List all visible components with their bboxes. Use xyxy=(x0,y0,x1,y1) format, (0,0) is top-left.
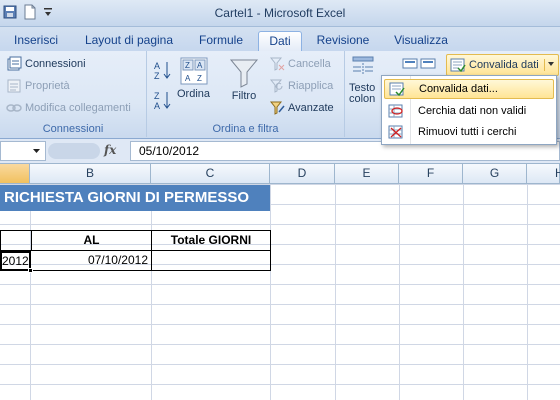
data-validation-button[interactable]: Convalida dati xyxy=(446,54,559,76)
svg-text:Z: Z xyxy=(197,74,202,83)
column-header-c[interactable]: C xyxy=(151,164,270,184)
worksheet-grid[interactable] xyxy=(0,184,560,400)
advanced-label: Avanzate xyxy=(288,102,334,114)
formula-bar-splitter[interactable] xyxy=(48,143,100,159)
reapply-icon xyxy=(269,79,283,93)
sheet-title-cell[interactable]: RICHIESTA GIORNI DI PERMESSO xyxy=(0,185,270,211)
column-header-h[interactable]: H xyxy=(527,164,560,184)
column-header-f[interactable]: F xyxy=(399,164,463,184)
svg-text:A: A xyxy=(197,61,203,70)
remove-duplicates-button[interactable] xyxy=(401,57,441,71)
sort-filter-group: AZ ZA ZAAZ Ordina Filtro Cancella Riappl… xyxy=(147,51,345,137)
ribbon-tabs: Inserisci Layout di pagina Formule Dati … xyxy=(0,27,560,51)
chevron-down-icon[interactable] xyxy=(1,142,45,160)
connections-group: Connessioni Proprietà Modifica collegame… xyxy=(0,51,147,137)
header-al-cell[interactable]: AL xyxy=(31,231,151,251)
data-validation-label: Convalida dati xyxy=(469,59,539,71)
cell-b-date[interactable]: 07/10/2012 xyxy=(31,251,151,270)
filter-button[interactable]: Filtro xyxy=(229,57,259,102)
clear-filter-button[interactable]: Cancella xyxy=(269,56,331,72)
sort-button[interactable]: ZAAZ Ordina xyxy=(177,57,210,100)
column-header-a[interactable] xyxy=(0,164,30,184)
title-bar: Cartel1 - Microsoft Excel xyxy=(0,0,560,27)
tab-inserisci[interactable]: Inserisci xyxy=(6,31,66,51)
edit-links-label: Modifica collegamenti xyxy=(25,102,131,114)
sort-az-button[interactable]: AZ xyxy=(153,59,173,81)
column-header-g[interactable]: G xyxy=(463,164,527,184)
cell-c-total[interactable] xyxy=(152,251,270,270)
links-icon xyxy=(6,104,22,112)
connections-icon xyxy=(7,56,22,71)
data-validation-icon xyxy=(450,58,466,73)
grid-line xyxy=(151,184,152,400)
filter-funnel-icon xyxy=(229,59,259,88)
text-to-columns-label-2: colon xyxy=(349,93,376,105)
connections-button[interactable]: Connessioni xyxy=(6,56,86,72)
connections-group-label: Connessioni xyxy=(42,123,104,135)
tab-visualizza[interactable]: Visualizza xyxy=(388,31,454,51)
tab-revisione[interactable]: Revisione xyxy=(310,31,376,51)
svg-text:Z: Z xyxy=(185,61,190,70)
tab-dati[interactable]: Dati xyxy=(258,31,302,51)
remove-circles-icon xyxy=(384,124,408,140)
chevron-down-icon[interactable] xyxy=(543,59,555,71)
svg-text:A: A xyxy=(154,101,160,111)
advanced-filter-button[interactable]: Avanzate xyxy=(269,100,334,116)
remove-duplicates-icon xyxy=(402,58,436,69)
data-validation-menu: Convalida dati... Cerchia dati non valid… xyxy=(381,75,557,145)
filter-label: Filtro xyxy=(231,90,257,102)
menu-item-label: Cerchia dati non validi xyxy=(418,105,527,117)
menu-item-convalida-dati[interactable]: Convalida dati... xyxy=(384,79,554,99)
active-cell-a[interactable]: 2012 xyxy=(0,251,31,271)
sort-za-button[interactable]: ZA xyxy=(153,89,173,111)
tab-formule[interactable]: Formule xyxy=(192,31,250,51)
menu-item-cerchia-dati-non-validi[interactable]: Cerchia dati non validi xyxy=(384,101,554,121)
header-total-giorni-cell[interactable]: Totale GIORNI xyxy=(151,231,270,251)
svg-text:Z: Z xyxy=(154,71,160,81)
insert-function-icon[interactable]: fx xyxy=(104,143,116,157)
reapply-label: Riapplica xyxy=(288,80,334,92)
grid-line xyxy=(399,184,400,400)
reapply-button[interactable]: Riapplica xyxy=(269,78,333,94)
tab-layout-di-pagina[interactable]: Layout di pagina xyxy=(74,31,184,51)
column-header-e[interactable]: E xyxy=(335,164,399,184)
validation-icon xyxy=(385,81,409,97)
advanced-filter-icon xyxy=(269,101,285,115)
text-to-columns-button[interactable]: Testo colon xyxy=(349,55,377,105)
sort-label: Ordina xyxy=(177,88,211,100)
connections-label: Connessioni xyxy=(25,58,86,70)
sort-dialog-icon: Z AA Z xyxy=(180,57,208,85)
grid-line xyxy=(463,184,464,400)
properties-button[interactable]: Proprietà xyxy=(6,78,70,94)
column-header-b[interactable]: B xyxy=(30,164,151,184)
grid-line xyxy=(270,184,271,400)
menu-item-rimuovi-tutti-i-cerchi[interactable]: Rimuovi tutti i cerchi xyxy=(384,122,554,142)
clear-filter-icon xyxy=(269,57,285,71)
window-title: Cartel1 - Microsoft Excel xyxy=(214,6,346,20)
menu-item-label: Rimuovi tutti i cerchi xyxy=(418,126,517,138)
name-box[interactable] xyxy=(0,141,46,161)
circle-invalid-icon xyxy=(384,103,408,119)
edit-links-button[interactable]: Modifica collegamenti xyxy=(6,100,131,116)
text-to-columns-icon xyxy=(352,56,374,75)
sort-za-icon: ZA xyxy=(154,91,171,111)
grid-line xyxy=(30,184,31,400)
properties-icon xyxy=(7,79,21,93)
column-header-d[interactable]: D xyxy=(270,164,335,184)
svg-text:Z: Z xyxy=(154,91,160,101)
properties-label: Proprietà xyxy=(25,80,70,92)
svg-text:A: A xyxy=(185,74,191,83)
svg-text:A: A xyxy=(154,61,160,71)
sort-az-icon: AZ xyxy=(154,61,171,81)
clear-label: Cancella xyxy=(288,58,331,70)
grid-line xyxy=(335,184,336,400)
grid-line xyxy=(527,184,528,400)
menu-item-label: Convalida dati... xyxy=(419,83,498,95)
fill-handle[interactable] xyxy=(28,268,33,273)
sort-filter-group-label: Ordina e filtra xyxy=(212,123,279,135)
